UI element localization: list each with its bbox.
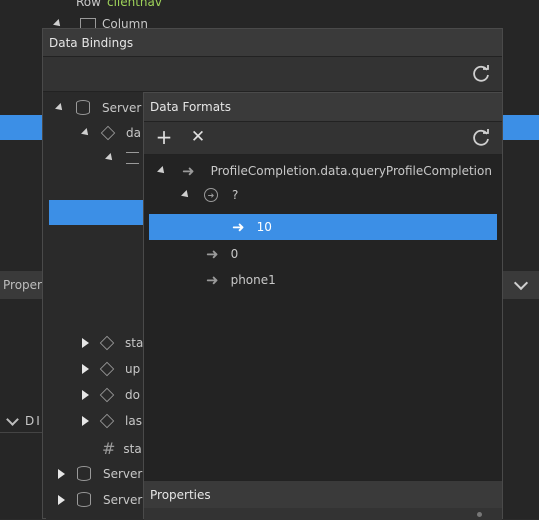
expand-arrow-icon[interactable]	[105, 153, 115, 163]
row-label: Row	[76, 0, 101, 9]
tree-item-selected[interactable]: ➜ 10	[149, 214, 497, 240]
cube-icon	[99, 361, 115, 377]
tree-item-label: up	[125, 362, 141, 376]
cube-icon	[99, 387, 115, 403]
refresh-icon[interactable]	[470, 63, 492, 85]
properties-title: Properties	[150, 487, 211, 502]
tree-item[interactable]: ➜ phone1	[206, 271, 276, 289]
data-formats-tree: ➜ ProfileCompletion.data.queryProfileCom…	[144, 155, 502, 480]
background-row-item[interactable]: Row clientnav	[56, 0, 162, 9]
tree-item-label: 0	[230, 247, 239, 261]
tree-item-label: sta	[123, 441, 142, 456]
background-selection-bar-right	[502, 115, 539, 140]
expand-arrow-icon[interactable]	[157, 166, 167, 176]
data-bindings-tree: Server da sta up do las # sta Server Ser…	[46, 92, 144, 519]
cube-icon	[99, 413, 115, 429]
tree-item[interactable]: ➜ 0	[206, 245, 238, 263]
tree-item[interactable]: # sta	[102, 439, 142, 458]
data-formats-title: Data Formats	[150, 100, 232, 114]
background-properties-bar-right[interactable]	[502, 271, 539, 299]
tree-item-label: ProfileCompletion.data.queryProfileCompl…	[210, 164, 492, 178]
chevron-down-icon[interactable]	[513, 275, 528, 291]
cube-icon	[99, 335, 115, 351]
section-label: DI	[25, 414, 42, 428]
close-icon[interactable]: ✕	[188, 127, 208, 147]
hash-icon: #	[102, 439, 116, 458]
properties-tab-label: Proper	[3, 278, 42, 292]
row-value: clientnav	[106, 0, 162, 9]
tree-item[interactable]: sta	[82, 335, 144, 351]
tree-item-label: las	[125, 414, 142, 428]
arrow-right-icon: ➜	[182, 162, 195, 180]
arrow-right-icon: ➜	[206, 271, 219, 289]
data-formats-titlebar[interactable]: Data Formats	[144, 93, 502, 121]
expand-arrow-icon[interactable]	[82, 416, 89, 426]
expand-arrow-icon[interactable]	[82, 364, 89, 374]
background-properties-bar[interactable]: Proper	[0, 271, 42, 299]
tree-item[interactable]: las	[82, 413, 142, 429]
tree-item[interactable]: ➜ ProfileCompletion.data.queryProfileCom…	[157, 162, 492, 180]
tree-item-label: sta	[125, 336, 144, 350]
tree-item-label: da	[126, 126, 141, 140]
add-icon[interactable]: +	[154, 127, 174, 147]
cube-icon	[100, 125, 116, 141]
expand-arrow-icon[interactable]	[81, 128, 91, 138]
tree-item-label: Server	[103, 492, 143, 507]
refresh-icon[interactable]	[470, 127, 492, 149]
tree-selection-highlight	[49, 200, 144, 225]
tree-item[interactable]: Server	[58, 466, 142, 481]
expand-arrow-icon[interactable]	[82, 338, 89, 348]
tree-item[interactable]	[105, 152, 139, 164]
arrow-right-icon: ➜	[206, 245, 219, 263]
expand-arrow-icon[interactable]	[82, 390, 89, 400]
tree-item-label: Server	[103, 466, 143, 481]
tree-item-label: ?	[232, 188, 239, 202]
properties-titlebar[interactable]: Properties	[144, 480, 502, 508]
tree-item-label: 10	[256, 220, 272, 234]
tree-item[interactable]: up	[82, 361, 141, 377]
arrow-right-icon: ➜	[232, 218, 245, 236]
data-bindings-title: Data Bindings	[49, 35, 134, 50]
circle-arrow-icon: ➜	[204, 188, 218, 202]
properties-content	[144, 508, 502, 520]
background-section-header[interactable]: DI	[6, 412, 42, 428]
data-formats-dialog: Data Formats + ✕ ➜ ProfileCompletion.dat…	[143, 92, 503, 520]
expand-arrow-icon[interactable]	[55, 102, 65, 113]
section-divider	[0, 432, 42, 433]
list-icon	[126, 152, 139, 164]
chevron-down-icon[interactable]	[6, 412, 19, 426]
expand-arrow-icon[interactable]	[58, 494, 65, 505]
background-selection-bar	[0, 115, 42, 140]
tree-item-label: phone1	[230, 273, 276, 287]
tree-item-label: do	[125, 388, 140, 402]
data-bindings-titlebar[interactable]: Data Bindings	[43, 29, 502, 56]
dot-indicator	[477, 512, 482, 517]
expand-arrow-icon[interactable]	[181, 190, 191, 200]
database-icon	[76, 100, 90, 115]
tree-item[interactable]: ➜ ?	[181, 188, 239, 202]
tree-item-label: Server	[102, 100, 142, 115]
expand-arrow-icon[interactable]	[58, 468, 65, 479]
tree-item[interactable]: do	[82, 387, 140, 403]
data-bindings-toolbar	[43, 56, 502, 92]
data-formats-toolbar: + ✕	[144, 121, 502, 155]
database-icon	[77, 492, 91, 507]
database-icon	[77, 466, 91, 481]
tree-item[interactable]: Server	[58, 492, 142, 507]
tree-item[interactable]: da	[81, 125, 141, 141]
tree-item[interactable]: Server	[55, 100, 142, 115]
